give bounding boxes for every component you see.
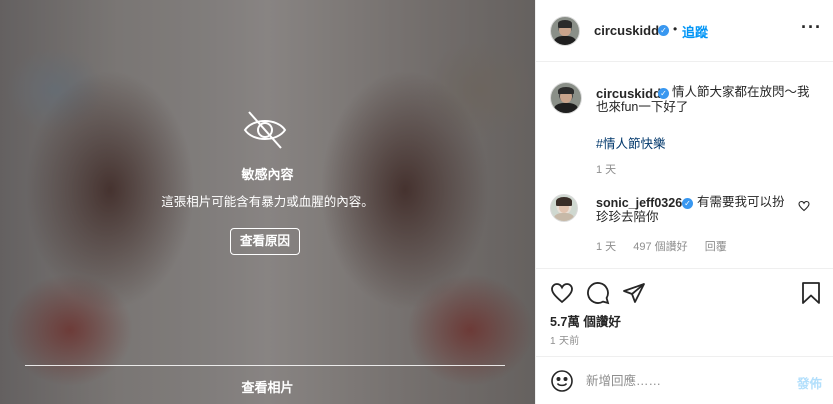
add-comment-input[interactable] xyxy=(586,372,776,390)
paper-plane-icon[interactable] xyxy=(622,281,646,305)
more-options-icon[interactable]: ··· xyxy=(801,17,822,38)
verified-badge-icon: ✓ xyxy=(682,198,693,209)
comment-time[interactable]: 1 天 xyxy=(596,241,616,253)
author-username[interactable]: circuskidd xyxy=(594,23,659,38)
separator-dot: • xyxy=(673,22,678,36)
commenter-avatar[interactable] xyxy=(550,194,578,222)
caption-time[interactable]: 1 天 xyxy=(596,161,616,177)
verified-badge-icon: ✓ xyxy=(658,88,669,99)
post-comment-button[interactable]: 發佈 xyxy=(797,373,822,392)
author-avatar[interactable] xyxy=(550,16,580,46)
commenter-username[interactable]: sonic_jeff0326 xyxy=(596,196,682,210)
smiley-icon[interactable] xyxy=(550,369,574,393)
verified-badge-icon: ✓ xyxy=(658,25,669,36)
see-why-button[interactable]: 查看原因 xyxy=(230,228,300,255)
post-media: 敏感內容 這張相片可能含有暴力或血腥的內容。 查看原因 查看相片 xyxy=(0,0,535,404)
follow-button[interactable]: 追蹤 xyxy=(682,22,708,41)
post-header: circuskidd ✓ • 追蹤 ··· xyxy=(536,0,833,62)
comment-like-count[interactable]: 497 個讚好 xyxy=(633,241,687,253)
post-timestamp[interactable]: 1 天前 xyxy=(550,332,580,347)
comment-bubble-icon[interactable] xyxy=(586,281,610,305)
overlay-divider xyxy=(25,365,505,366)
post-side-panel: circuskidd ✓ • 追蹤 ··· 情人節大家都在放閃～我也來fun一下… xyxy=(535,0,833,404)
heart-icon[interactable] xyxy=(550,281,574,305)
comment-like-heart-icon[interactable] xyxy=(798,200,810,212)
see-photo-button[interactable]: 查看相片 xyxy=(0,377,535,396)
comment-meta: 1 天 497 個讚好 回覆 xyxy=(596,238,741,254)
caption-hashtag[interactable]: #情人節快樂 xyxy=(596,133,665,152)
reply-button[interactable]: 回覆 xyxy=(705,241,727,253)
caption-avatar[interactable] xyxy=(550,82,582,114)
sensitive-description: 這張相片可能含有暴力或血腥的內容。 xyxy=(161,195,374,209)
add-comment-bar: 發佈 xyxy=(536,356,833,404)
bookmark-icon[interactable] xyxy=(799,281,823,305)
caption-username[interactable]: circuskidd xyxy=(596,86,661,101)
sensitive-title: 敏感內容 xyxy=(241,167,294,182)
like-count[interactable]: 5.7萬 個讚好 xyxy=(550,311,621,330)
eye-slash-icon xyxy=(243,111,287,149)
post-modal: 敏感內容 這張相片可能含有暴力或血腥的內容。 查看原因 查看相片 circusk… xyxy=(0,0,833,404)
sensitive-overlay: 敏感內容 這張相片可能含有暴力或血腥的內容。 查看原因 查看相片 xyxy=(0,0,535,404)
